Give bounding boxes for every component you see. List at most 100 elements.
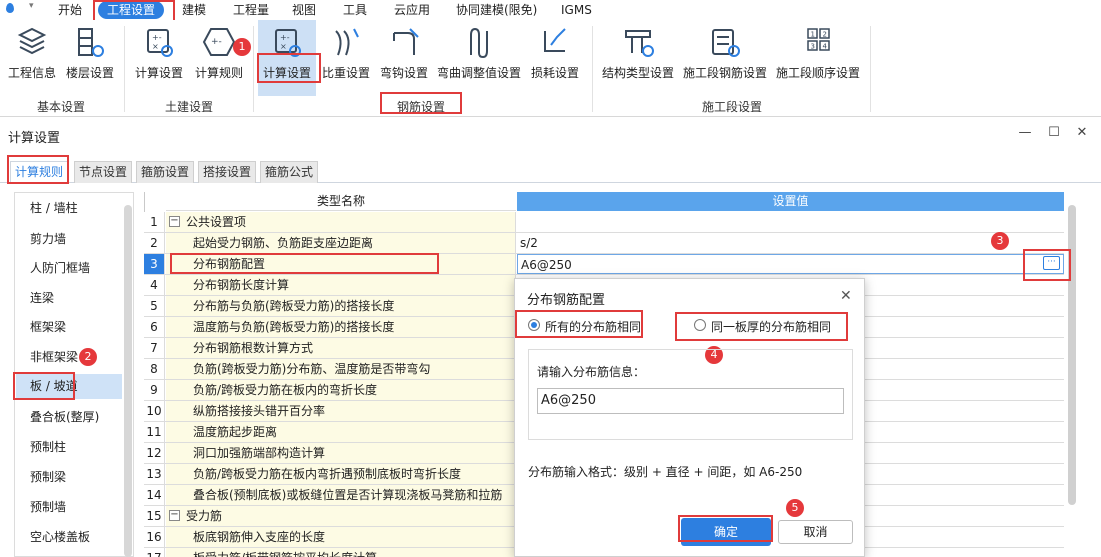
category-precast-column[interactable]: 预制柱 <box>16 436 122 458</box>
row-name-cell[interactable]: 分布筋与负筋(跨板受力筋)的搭接长度 <box>166 296 516 316</box>
step-badge-1: 1 <box>233 38 251 56</box>
menu-start[interactable]: 开始 <box>58 1 82 19</box>
category-non-frame-beam[interactable]: 非框架梁 <box>16 346 122 368</box>
category-composite-slab[interactable]: 叠合板(整厚) <box>16 406 122 428</box>
row-name-cell[interactable]: 分布钢筋根数计算方式 <box>166 338 516 358</box>
row-name-cell[interactable]: 起始受力钢筋、负筋距支座边距离 <box>166 233 516 253</box>
category-column[interactable]: 柱 / 墙柱 <box>16 197 122 219</box>
menu-igms[interactable]: IGMS <box>561 1 592 19</box>
menu-modeling[interactable]: 建模 <box>182 1 206 19</box>
civil-calc-settings-label: 计算设置 <box>134 66 183 80</box>
category-precast-beam[interactable]: 预制梁 <box>16 466 122 488</box>
tab-node-settings[interactable]: 节点设置 <box>74 161 132 183</box>
step-badge-2: 2 <box>79 348 97 366</box>
grid-scrollbar[interactable] <box>1068 205 1076 505</box>
section-order-settings-label: 施工段顺序设置 <box>775 66 860 80</box>
svg-text:×: × <box>152 42 159 51</box>
loss-settings-button[interactable]: 损耗设置 <box>526 20 584 96</box>
project-info-button[interactable]: 工程信息 <box>4 20 60 96</box>
cancel-button[interactable]: 取消 <box>778 520 853 544</box>
category-scrollbar[interactable] <box>124 205 132 557</box>
collapse-icon[interactable]: − <box>169 510 180 521</box>
row-number: 10 <box>144 401 165 421</box>
category-precast-wall[interactable]: 预制墙 <box>16 496 122 518</box>
quick-access-dropdown-icon[interactable]: ▾ <box>29 1 34 11</box>
project-info-icon <box>17 27 47 55</box>
minimize-icon[interactable]: — <box>1016 124 1034 142</box>
row-name-cell[interactable]: 洞口加强筋端部构造计算 <box>166 443 516 463</box>
row-name-cell[interactable]: 温度筋与负筋(跨板受力筋)的搭接长度 <box>166 317 516 337</box>
table-row[interactable]: 3 分布钢筋配置 A6@250 <box>144 254 1064 275</box>
value-edit-button[interactable]: ··· <box>1043 256 1060 270</box>
tab-lap-settings[interactable]: 搭接设置 <box>198 161 256 183</box>
row-name-text: 温度筋起步距离 <box>193 425 278 439</box>
dialog-title: 分布钢筋配置 <box>527 293 606 308</box>
menu-view[interactable]: 视图 <box>292 1 316 19</box>
rebar-calc-settings-button[interactable]: +- × 计算设置 <box>258 20 316 96</box>
collapse-icon[interactable]: − <box>169 216 180 227</box>
row-name-cell[interactable]: 负筋(跨板受力筋)分布筋、温度筋是否带弯勾 <box>166 359 516 379</box>
calc-rules-button[interactable]: +- 计算规则 <box>190 20 248 96</box>
calc-settings-icon: +- × <box>147 29 173 57</box>
row-name-text: 温度筋与负筋(跨板受力筋)的搭接长度 <box>193 320 395 334</box>
structure-type-settings-label: 结构类型设置 <box>601 66 674 80</box>
row-value-cell[interactable]: s/2 <box>517 233 1064 253</box>
weight-settings-button[interactable]: 比重设置 <box>318 20 374 96</box>
close-window-icon[interactable]: ✕ <box>1073 124 1091 142</box>
row-value-cell[interactable]: A6@250 <box>517 254 1064 274</box>
category-slab-ramp[interactable]: 板 / 坡道 <box>16 374 122 399</box>
row-name-cell[interactable]: 分布钢筋配置 <box>166 254 516 274</box>
hook-settings-button[interactable]: 弯钩设置 <box>376 20 432 96</box>
row-number: 13 <box>144 464 165 484</box>
svg-text:×: × <box>280 42 287 51</box>
tab-stirrup-settings[interactable]: 箍筋设置 <box>136 161 194 183</box>
group-rebar-settings: 钢筋设置 <box>396 100 445 114</box>
row-number: 5 <box>144 296 165 316</box>
category-shear-wall[interactable]: 剪力墙 <box>16 228 122 250</box>
app-logo-icon[interactable] <box>6 3 14 13</box>
loss-settings-icon <box>544 28 566 52</box>
structure-type-settings-button[interactable]: 结构类型设置 <box>598 20 678 96</box>
tab-calc-rules[interactable]: 计算规则 <box>10 161 68 183</box>
project-info-label: 工程信息 <box>7 66 56 80</box>
maximize-icon[interactable]: ☐ <box>1045 124 1063 142</box>
row-name-cell[interactable]: 叠合板(预制底板)或板缝位置是否计算现浇板马凳筋和拉筋 <box>166 485 516 505</box>
row-name-cell[interactable]: 负筋/跨板受力筋在板内的弯折长度 <box>166 380 516 400</box>
radio-all-same[interactable] <box>528 319 540 331</box>
dialog-close-icon[interactable]: ✕ <box>840 288 852 304</box>
row-name-cell[interactable]: 分布钢筋长度计算 <box>166 275 516 295</box>
floor-settings-button[interactable]: 楼层设置 <box>62 20 118 96</box>
table-row[interactable]: 2 起始受力钢筋、负筋距支座边距离 s/2 <box>144 233 1064 254</box>
menu-project-settings[interactable]: 工程设置 <box>98 1 165 19</box>
row-name-cell[interactable]: 板底钢筋伸入支座的长度 <box>166 527 516 547</box>
section-order-settings-button[interactable]: 1 2 3 4 施工段顺序设置 <box>772 20 864 96</box>
menu-collaborative-modeling[interactable]: 协同建模(限免) <box>456 1 537 19</box>
row-name-cell[interactable]: 负筋/跨板受力筋在板内弯折遇预制底板时弯折长度 <box>166 464 516 484</box>
menu-tools[interactable]: 工具 <box>343 1 367 19</box>
menu-cloud[interactable]: 云应用 <box>394 1 430 19</box>
civil-calc-settings-button[interactable]: +- × 计算设置 <box>130 20 188 96</box>
row-value-cell[interactable] <box>517 212 1064 232</box>
category-frame-beam[interactable]: 框架梁 <box>16 316 122 338</box>
table-row[interactable]: 1− 公共设置项 <box>144 212 1064 233</box>
row-name-cell[interactable]: 温度筋起步距离 <box>166 422 516 442</box>
rebar-calc-settings-label: 计算设置 <box>262 66 311 80</box>
row-number: 15 <box>144 506 165 526</box>
row-name-cell[interactable]: 纵筋搭接接头错开百分率 <box>166 401 516 421</box>
category-hollow-floor-slab[interactable]: 空心楼盖板 <box>16 526 122 548</box>
row-name-cell[interactable]: 板受力筋/板带钢筋按平均长度计算 <box>166 548 516 557</box>
bend-adjust-settings-button[interactable]: 弯曲调整值设置 <box>434 20 524 96</box>
section-order-icon: 1 2 3 4 <box>807 28 830 51</box>
category-civil-defense-door-wall[interactable]: 人防门框墙 <box>16 257 122 279</box>
row-name-cell[interactable]: − 公共设置项 <box>166 212 516 232</box>
section-rebar-settings-button[interactable]: 施工段钢筋设置 <box>680 20 770 96</box>
radio-same-thickness[interactable] <box>694 319 706 331</box>
svg-text:+-: +- <box>152 33 162 42</box>
category-coupling-beam[interactable]: 连梁 <box>16 287 122 309</box>
ok-button[interactable]: 确定 <box>681 518 771 546</box>
tab-stirrup-formula[interactable]: 箍筋公式 <box>260 161 318 183</box>
distribution-rebar-input[interactable]: A6@250 <box>537 388 844 414</box>
row-name-cell[interactable]: − 受力筋 <box>166 506 516 526</box>
menu-quantity[interactable]: 工程量 <box>233 1 269 19</box>
radio-all-same-label: 所有的分布筋相同 <box>545 320 642 334</box>
